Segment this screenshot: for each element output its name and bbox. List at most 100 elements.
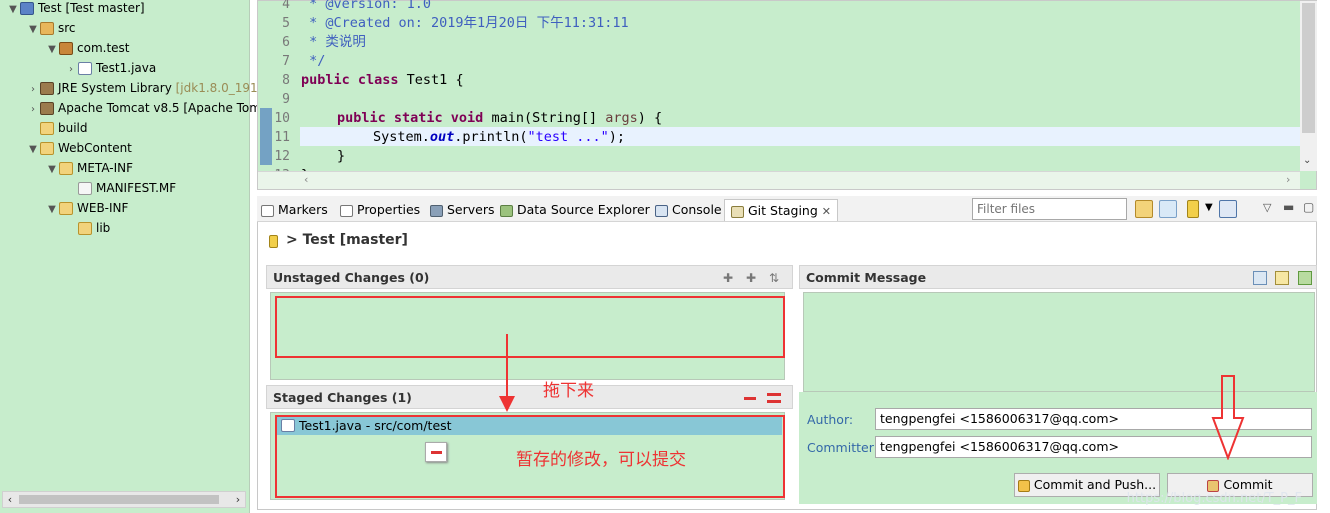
- commit-icon: [1207, 479, 1220, 492]
- add-all-icon[interactable]: ✚: [744, 271, 758, 285]
- folder-icon: [40, 122, 54, 135]
- tab-markers[interactable]: Markers: [261, 199, 328, 221]
- expand-icon[interactable]: ›: [64, 60, 78, 80]
- code-line-7: */: [301, 53, 326, 69]
- code-line-11: System.out.println("test ...");: [373, 129, 625, 145]
- tree-item-label: WEB-INF: [77, 201, 129, 215]
- expand-icon[interactable]: ▼: [45, 160, 59, 180]
- change-id-icon[interactable]: [1275, 271, 1289, 285]
- folder-icon: [59, 202, 73, 215]
- tab-servers[interactable]: Servers: [430, 199, 495, 221]
- tree-item-meta-inf[interactable]: ▼ META-INF: [45, 158, 133, 178]
- tree-item-decoration: [jdk1.8.0_191]: [175, 81, 263, 95]
- sign-off-icon[interactable]: [1253, 271, 1267, 285]
- tree-item-label: src: [58, 21, 76, 35]
- presentation-icon[interactable]: [1219, 200, 1237, 218]
- git-staging-icon: [731, 205, 744, 218]
- library-icon: [40, 102, 54, 115]
- expand-icon[interactable]: ›: [26, 80, 40, 100]
- tree-item-label: lib: [96, 221, 111, 235]
- tree-item-build[interactable]: build: [26, 118, 88, 138]
- view-tab-bar: Markers Properties Servers Data Source E…: [257, 196, 1317, 222]
- author-label: Author:: [807, 412, 854, 427]
- committer-label: Committer:: [807, 440, 878, 455]
- database-icon: [500, 204, 513, 217]
- folder-icon: [40, 142, 54, 155]
- expand-icon[interactable]: ▼: [26, 20, 40, 40]
- editor-horizontal-scrollbar[interactable]: ‹ ›: [258, 171, 1300, 189]
- amend-icon[interactable]: [1298, 271, 1312, 285]
- scroll-down-icon[interactable]: ⌄: [1303, 155, 1311, 166]
- folder-icon: [78, 222, 92, 235]
- code-editor[interactable]: 4 5 6 7 8 9 10 11 12 13 * @version: 1.0 …: [257, 0, 1317, 190]
- expand-icon[interactable]: ▼: [26, 140, 40, 160]
- tree-item-src[interactable]: ▼ src: [26, 18, 76, 38]
- source-folder-icon: [40, 22, 54, 35]
- editor-vertical-scrollbar[interactable]: ⌄: [1300, 1, 1317, 171]
- line-number: 11: [274, 130, 290, 145]
- line-number: 10: [274, 111, 290, 126]
- committer-field[interactable]: tengpengfei <1586006317@qq.com>: [875, 436, 1312, 458]
- scroll-left-icon[interactable]: ‹: [3, 492, 17, 507]
- git-staging-view: > Test [master] Unstaged Changes (0) ✚ ✚…: [257, 222, 1317, 510]
- package-icon: [59, 42, 73, 55]
- tab-data-source-explorer[interactable]: Data Source Explorer: [500, 199, 650, 221]
- tree-item-webcontent[interactable]: ▼ WebContent: [26, 138, 132, 158]
- tab-properties[interactable]: Properties: [340, 199, 420, 221]
- code-line-8: public class Test1 {: [301, 72, 464, 88]
- tree-item-web-inf[interactable]: ▼ WEB-INF: [45, 198, 128, 218]
- tree-item-label: com.test: [77, 41, 130, 55]
- author-field[interactable]: tengpengfei <1586006317@qq.com>: [875, 408, 1312, 430]
- annotation-staged-note: 暂存的修改，可以提交: [516, 450, 686, 470]
- commit-message-header: Commit Message: [799, 265, 1317, 289]
- expand-icon[interactable]: ▼: [45, 40, 59, 60]
- staged-changes-header: Staged Changes (1): [266, 385, 793, 409]
- view-menu-icon[interactable]: ▽: [1263, 201, 1271, 214]
- maximize-icon[interactable]: ▢: [1303, 200, 1314, 214]
- servers-icon: [430, 204, 443, 217]
- tree-item-label: WebContent: [58, 141, 132, 155]
- explorer-horizontal-scrollbar[interactable]: ‹ ›: [2, 491, 246, 508]
- sort-icon[interactable]: ⇅: [767, 271, 781, 285]
- link-with-selection-icon[interactable]: [1159, 200, 1177, 218]
- tree-item-label: build: [58, 121, 88, 135]
- scroll-right-icon[interactable]: ›: [231, 492, 245, 507]
- minimize-icon[interactable]: ▬: [1283, 200, 1294, 214]
- code-line-10: public static void main(String[] args) {: [337, 110, 663, 126]
- library-icon: [40, 82, 54, 95]
- tree-item-manifest[interactable]: MANIFEST.MF: [64, 178, 176, 198]
- properties-icon: [340, 204, 353, 217]
- tab-console[interactable]: Console: [655, 199, 722, 221]
- tree-item-project[interactable]: ▼ Test [Test master]: [6, 0, 145, 18]
- repository-icon[interactable]: [1187, 200, 1199, 218]
- scrollbar-thumb[interactable]: [1302, 3, 1315, 133]
- scroll-right-icon[interactable]: ›: [1286, 173, 1290, 186]
- tree-item-label: Test1.java: [96, 61, 157, 75]
- remove-from-index-icon[interactable]: [744, 397, 756, 400]
- file-icon: [78, 182, 92, 195]
- expand-icon[interactable]: ▼: [6, 0, 20, 20]
- add-to-index-icon[interactable]: ✚: [721, 271, 735, 285]
- tree-item-package[interactable]: ▼ com.test: [45, 38, 130, 58]
- code-line-4: * @version: 1.0: [301, 0, 432, 12]
- tree-item-label: Test [Test master]: [38, 1, 145, 15]
- code-line-6: * 类说明: [301, 34, 366, 50]
- tree-item-test1-java[interactable]: › Test1.java: [64, 58, 156, 78]
- expand-icon[interactable]: ›: [26, 100, 40, 120]
- tree-item-jre[interactable]: › JRE System Library [jdk1.8.0_191]: [26, 78, 262, 98]
- remove-all-icon[interactable]: [767, 393, 781, 403]
- tab-git-staging[interactable]: Git Staging ✕: [724, 199, 838, 221]
- dropdown-icon[interactable]: ▼: [1205, 202, 1213, 213]
- scrollbar-thumb[interactable]: [19, 495, 219, 504]
- expand-icon[interactable]: ▼: [45, 200, 59, 220]
- tree-item-lib[interactable]: lib: [64, 218, 110, 238]
- line-number: 6: [282, 35, 290, 50]
- line-number: 12: [274, 149, 290, 164]
- filter-files-input[interactable]: [972, 198, 1127, 220]
- project-icon: [20, 2, 34, 15]
- refresh-icon[interactable]: [1135, 200, 1153, 218]
- close-icon[interactable]: ✕: [822, 205, 831, 218]
- annotation-box-unstaged: [275, 296, 785, 358]
- markers-icon: [261, 204, 274, 217]
- scroll-left-icon[interactable]: ‹: [304, 173, 308, 186]
